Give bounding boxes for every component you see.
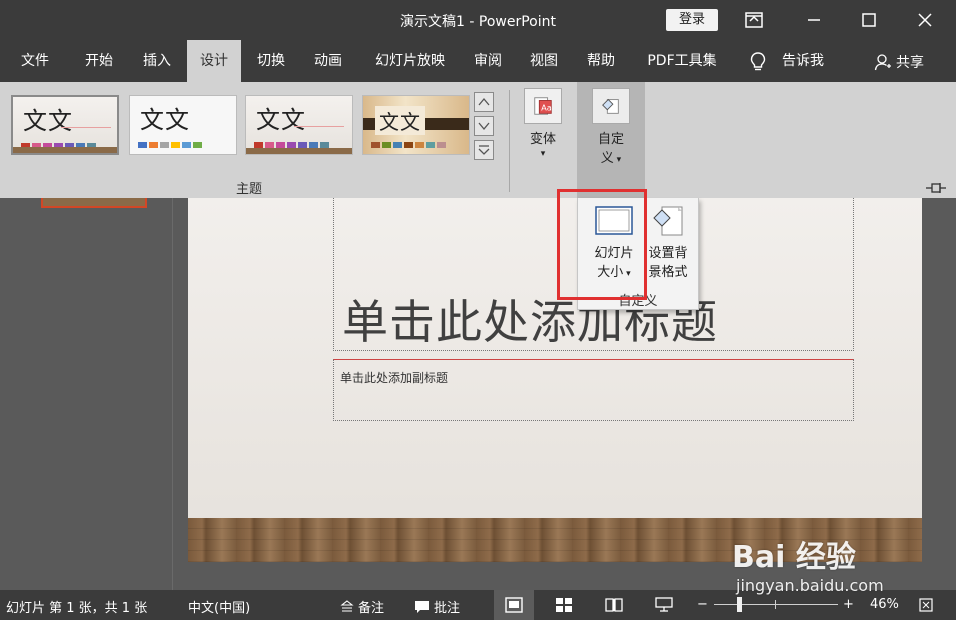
customize-label-line2: 义 ▾ bbox=[600, 151, 622, 166]
theme-parchment[interactable]: 文文 bbox=[362, 95, 470, 155]
share-button[interactable]: 共享 bbox=[874, 52, 924, 72]
lightbulb-icon[interactable] bbox=[748, 51, 768, 73]
reading-view-icon[interactable] bbox=[594, 590, 634, 620]
close-icon[interactable] bbox=[913, 8, 937, 32]
slide-thumbnail-1[interactable] bbox=[41, 198, 147, 208]
ribbon-tabs: 文件 开始 插入 设计 切换 动画 幻灯片放映 审阅 视图 帮助 PDF工具集 … bbox=[0, 40, 956, 82]
format-background-icon bbox=[653, 206, 683, 236]
slide-canvas[interactable]: 单击此处添加标题 单击此处添加副标题 bbox=[188, 198, 922, 562]
svg-text:Aa: Aa bbox=[541, 103, 552, 113]
normal-view-icon[interactable] bbox=[494, 590, 534, 620]
variants-icon: Aa bbox=[524, 88, 562, 124]
customize-icon bbox=[592, 88, 630, 124]
slide-sorter-view-icon[interactable] bbox=[544, 590, 584, 620]
subtitle-placeholder[interactable]: 单击此处添加副标题 bbox=[333, 359, 854, 421]
theme-scroll-up-icon[interactable] bbox=[474, 92, 494, 112]
format-background-label-line2: 景格式 bbox=[648, 265, 688, 280]
tab-design[interactable]: 设计 bbox=[187, 40, 241, 82]
ribbon-display-options-icon[interactable] bbox=[742, 8, 766, 32]
tab-animations[interactable]: 动画 bbox=[303, 40, 353, 82]
tab-view[interactable]: 视图 bbox=[519, 40, 569, 82]
tab-home[interactable]: 开始 bbox=[74, 40, 124, 82]
variants-label: 变体 bbox=[529, 132, 556, 147]
format-background-label-line1: 设置背 bbox=[648, 246, 688, 261]
theme-scroll-down-icon[interactable] bbox=[474, 116, 494, 136]
tab-insert[interactable]: 插入 bbox=[132, 40, 182, 82]
user-icon bbox=[874, 54, 891, 71]
theme-sample-text: 文文 bbox=[140, 106, 190, 134]
theme-wood-type[interactable]: 文文 bbox=[11, 95, 119, 155]
format-background-button[interactable]: 设置背 景格式 bbox=[640, 204, 696, 282]
watermark-url: jingyan.baidu.com bbox=[736, 576, 884, 595]
comment-icon bbox=[415, 600, 429, 613]
baidu-logo: Bai 经验 bbox=[732, 540, 856, 575]
variants-button[interactable]: Aa 变体 ▾ bbox=[518, 88, 568, 159]
pin-ribbon-icon[interactable] bbox=[924, 180, 948, 194]
comments-button[interactable]: 批注 bbox=[414, 597, 460, 616]
minimize-icon[interactable] bbox=[802, 8, 826, 32]
highlight-box bbox=[557, 189, 647, 300]
design-ribbon: 文文 文文 文文 文文 主题 Aa 变体 ▾ 自定 义 ▾ bbox=[0, 82, 956, 198]
tab-review[interactable]: 审阅 bbox=[463, 40, 513, 82]
customize-label-line1: 自定 bbox=[597, 132, 624, 147]
baidu-watermark: Bai 经验 jingyan.baidu.com bbox=[732, 532, 932, 602]
customize-button[interactable]: 自定 义 ▾ bbox=[586, 88, 636, 166]
tab-pdf-tools[interactable]: PDF工具集 bbox=[636, 40, 728, 82]
slideshow-view-icon[interactable] bbox=[644, 590, 684, 620]
theme-wood-variant[interactable]: 文文 bbox=[245, 95, 353, 155]
notes-icon bbox=[340, 599, 354, 611]
zoom-out-icon[interactable]: − bbox=[697, 597, 708, 612]
zoom-slider[interactable] bbox=[714, 604, 838, 605]
tab-transitions[interactable]: 切换 bbox=[246, 40, 296, 82]
theme-office[interactable]: 文文 bbox=[129, 95, 237, 155]
comments-label: 批注 bbox=[434, 601, 461, 616]
themes-group-label: 主题 bbox=[236, 182, 263, 197]
variants-dropdown-arrow-icon: ▾ bbox=[540, 149, 546, 159]
ribbon-separator bbox=[509, 90, 510, 192]
theme-gallery-more-icon[interactable] bbox=[474, 140, 494, 160]
notes-button[interactable]: 备注 bbox=[340, 597, 384, 616]
tab-file[interactable]: 文件 bbox=[10, 40, 60, 82]
slide-count-status: 幻灯片 第 1 张，共 1 张 bbox=[6, 601, 148, 616]
tell-me-search[interactable]: 告诉我 bbox=[772, 40, 834, 82]
theme-sample-text: 文文 bbox=[256, 106, 306, 134]
tab-slideshow[interactable]: 幻灯片放映 bbox=[364, 40, 456, 82]
theme-sample-text: 文文 bbox=[23, 107, 73, 135]
language-status[interactable]: 中文(中国) bbox=[188, 597, 250, 616]
theme-sample-text: 文文 bbox=[375, 106, 425, 135]
share-label: 共享 bbox=[896, 55, 924, 71]
pane-divider bbox=[172, 198, 173, 590]
tab-help[interactable]: 帮助 bbox=[576, 40, 626, 82]
maximize-icon[interactable] bbox=[857, 8, 881, 32]
login-button[interactable]: 登录 bbox=[666, 9, 718, 31]
subtitle-placeholder-text: 单击此处添加副标题 bbox=[340, 371, 449, 385]
title-bar: 演示文稿1 - PowerPoint 登录 bbox=[0, 0, 956, 40]
notes-label: 备注 bbox=[358, 601, 385, 616]
